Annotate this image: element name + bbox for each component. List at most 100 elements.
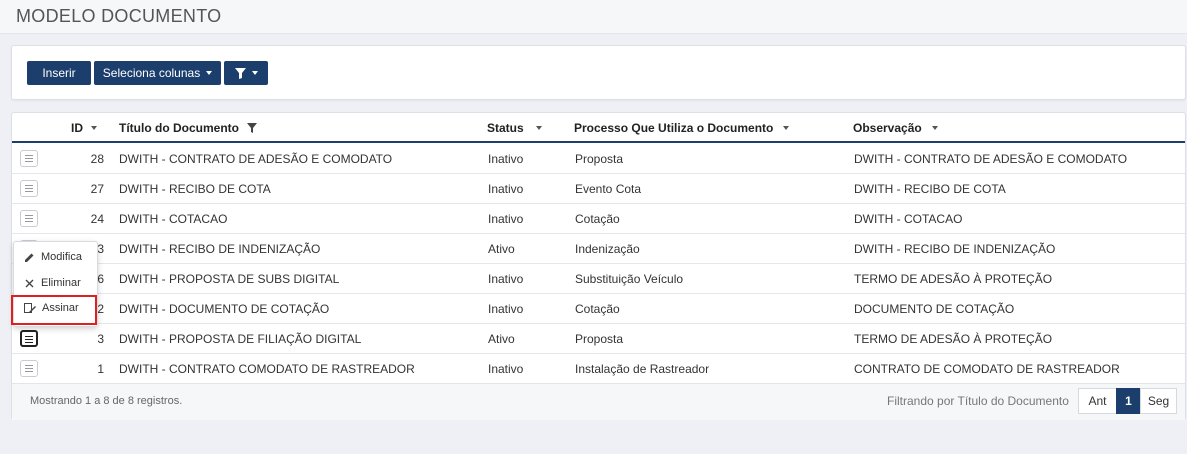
column-label: Status xyxy=(487,121,524,135)
cell-title: DWITH - CONTRATO DE ADESÃO E COMODATO xyxy=(119,152,393,166)
cell-id: 3 xyxy=(97,332,104,346)
pagination-prev[interactable]: Ant xyxy=(1078,388,1117,414)
row-actions-menu-icon[interactable] xyxy=(20,210,38,227)
table-header: ID Título do Documento Status Processo Q… xyxy=(12,113,1185,143)
cell-id: 1 xyxy=(97,362,104,376)
cell-process: Cotação xyxy=(575,302,620,316)
filter-button[interactable] xyxy=(224,61,268,85)
cell-title: DWITH - RECIBO DE COTA xyxy=(119,182,271,196)
table-row[interactable]: 24 DWITH - COTACAO Inativo Cotação DWITH - C… xyxy=(12,204,1185,234)
column-label: Processo Que Utiliza o Documento xyxy=(574,121,774,135)
menu-line xyxy=(25,185,33,186)
menu-item-edit[interactable]: Modifica xyxy=(24,251,82,263)
cell-title: DWITH - PROPOSTA DE SUBS DIGITAL xyxy=(119,272,340,286)
cell-status: Inativo xyxy=(488,182,524,196)
page-header: MODELO DOCUMENTO xyxy=(0,0,1187,34)
cell-title: DWITH - DOCUMENTO DE COTAÇÃO xyxy=(119,302,330,316)
column-header-process[interactable]: Processo Que Utiliza o Documento xyxy=(574,121,790,135)
cell-observation: DWITH - CONTRATO DE ADESÃO E COMODATO xyxy=(854,152,1128,166)
select-columns-label: Seleciona colunas xyxy=(102,66,201,80)
cell-observation: DOCUMENTO DE COTAÇÃO xyxy=(854,302,1015,316)
table-row[interactable]: 2 DWITH - DOCUMENTO DE COTAÇÃO Inativo Cota… xyxy=(12,294,1185,324)
column-header-status[interactable]: Status xyxy=(487,121,542,135)
sort-icon xyxy=(783,126,790,130)
menu-line xyxy=(25,188,33,189)
table-row[interactable]: 1 DWITH - CONTRATO COMODATO DE RASTREADOR… xyxy=(12,354,1185,384)
table-row[interactable]: 28 DWITH - CONTRATO DE ADESÃO E COMODATO I… xyxy=(12,144,1185,174)
menu-line xyxy=(25,342,33,343)
pagination: Ant 1 Seg xyxy=(1078,388,1177,414)
cell-process: Cotação xyxy=(575,212,620,226)
menu-item-label: Eliminar xyxy=(41,277,81,289)
row-actions-menu-icon[interactable] xyxy=(20,150,38,167)
cell-observation: DWITH - COTACAO xyxy=(854,212,963,226)
row-actions-menu-icon[interactable] xyxy=(20,330,38,347)
menu-line xyxy=(25,368,33,369)
menu-line xyxy=(25,191,33,192)
filter-active-icon xyxy=(246,123,257,133)
cell-title: DWITH - RECIBO DE INDENIZAÇÃO xyxy=(119,242,321,256)
cell-process: Instalação de Rastreador xyxy=(575,362,710,376)
sort-icon xyxy=(535,126,542,130)
menu-line xyxy=(25,215,33,216)
insert-button[interactable]: Inserir xyxy=(27,61,91,85)
cell-observation: DWITH - RECIBO DE INDENIZAÇÃO xyxy=(854,242,1056,256)
cell-title: DWITH - CONTRATO COMODATO DE RASTREADOR xyxy=(119,362,415,376)
table-row[interactable]: 3 DWITH - PROPOSTA DE FILIAÇÃO DIGITAL Ati… xyxy=(12,324,1185,354)
toolbar-panel: Inserir Seleciona colunas xyxy=(11,45,1186,100)
row-actions-menu-icon[interactable] xyxy=(20,360,38,377)
cell-process: Evento Cota xyxy=(575,182,642,196)
menu-line xyxy=(25,336,33,337)
cell-status: Ativo xyxy=(488,332,515,346)
row-context-menu: Modifica Eliminar Assinar xyxy=(11,241,98,327)
cell-status: Inativo xyxy=(488,152,524,166)
table-row[interactable]: 6 DWITH - PROPOSTA DE SUBS DIGITAL Inativo… xyxy=(12,264,1185,294)
column-label: Título do Documento xyxy=(119,121,239,135)
row-actions-menu-icon[interactable] xyxy=(20,180,38,197)
select-columns-button[interactable]: Seleciona colunas xyxy=(94,61,221,85)
sort-icon xyxy=(931,126,938,130)
pagination-next[interactable]: Seg xyxy=(1140,388,1177,414)
menu-item-label: Modifica xyxy=(41,251,82,263)
table-row[interactable]: 3 DWITH - RECIBO DE INDENIZAÇÃO Ativo Inden… xyxy=(12,234,1185,264)
cell-status: Inativo xyxy=(488,362,524,376)
column-label: Observação xyxy=(853,121,922,135)
cell-status: Inativo xyxy=(488,212,524,226)
menu-line xyxy=(25,218,33,219)
menu-line xyxy=(25,339,33,340)
column-header-id[interactable]: ID xyxy=(71,121,97,135)
cell-process: Indenização xyxy=(575,242,640,256)
cell-title: DWITH - COTACAO xyxy=(119,212,228,226)
cell-observation: CONTRATO DE COMODATO DE RASTREADOR xyxy=(854,362,1120,376)
cell-process: Proposta xyxy=(575,332,624,346)
sort-icon xyxy=(91,126,97,130)
pencil-icon xyxy=(25,253,34,262)
cell-observation: TERMO DE ADESÃO À PROTEÇÃO xyxy=(854,332,1053,346)
cell-status: Inativo xyxy=(488,272,524,286)
records-info: Mostrando 1 a 8 de 8 registros. xyxy=(30,395,183,407)
menu-line xyxy=(25,161,33,162)
cell-id: 28 xyxy=(90,152,104,166)
table-footer: Mostrando 1 a 8 de 8 registros. Filtrand… xyxy=(12,383,1185,420)
documents-table: ID Título do Documento Status Processo Q… xyxy=(11,112,1186,420)
table-row[interactable]: 27 DWITH - RECIBO DE COTA Inativo Evento Co… xyxy=(12,174,1185,204)
cell-process: Proposta xyxy=(575,152,624,166)
cell-status: Inativo xyxy=(488,302,524,316)
filter-info: Filtrando por Título do Documento xyxy=(887,394,1069,408)
cell-id: 24 xyxy=(90,212,104,226)
cell-id: 27 xyxy=(90,182,104,196)
cell-title: DWITH - PROPOSTA DE FILIAÇÃO DIGITAL xyxy=(119,332,362,346)
menu-line xyxy=(25,155,33,156)
pagination-current[interactable]: 1 xyxy=(1116,388,1141,414)
column-label: ID xyxy=(71,121,83,135)
close-icon xyxy=(25,279,34,287)
chevron-down-icon xyxy=(251,71,258,75)
column-header-observation[interactable]: Observação xyxy=(853,121,938,135)
cell-process: Substituição Veículo xyxy=(575,272,684,286)
menu-line xyxy=(25,221,33,222)
menu-item-delete[interactable]: Eliminar xyxy=(24,277,81,289)
menu-line xyxy=(25,371,33,372)
highlight-box xyxy=(11,295,97,325)
cell-status: Ativo xyxy=(488,242,515,256)
column-header-title[interactable]: Título do Documento xyxy=(119,121,257,135)
